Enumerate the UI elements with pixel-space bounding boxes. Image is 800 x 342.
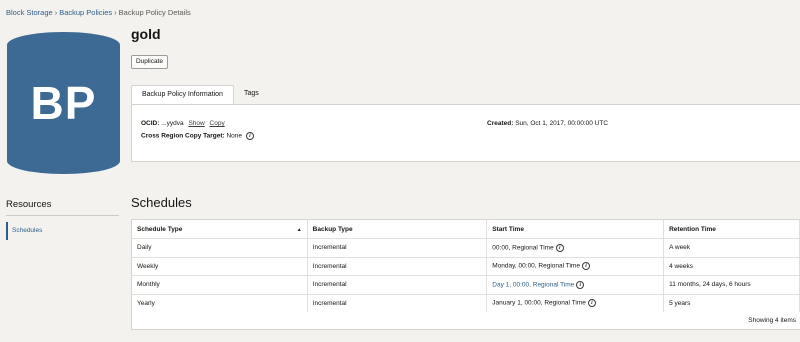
- created-label: Created:: [487, 120, 514, 127]
- duplicate-button[interactable]: Duplicate: [131, 55, 168, 69]
- resources-divider: [6, 215, 119, 216]
- cell-retention: A week: [663, 238, 800, 258]
- column-label: Schedule Type: [137, 225, 183, 233]
- cell-start-time: Monday, 00:00, Regional Time i: [486, 257, 665, 276]
- cell-retention: 4 weeks: [663, 257, 800, 276]
- created-row: Created: Sun, Oct 1, 2017, 00:00:00 UTC: [487, 120, 608, 127]
- backup-policy-avatar: BP: [7, 32, 120, 174]
- resources-title: Resources: [6, 199, 52, 210]
- cell-backup-type: Incremental: [307, 294, 488, 313]
- tab-bar: Backup Policy Information Tags: [131, 85, 269, 105]
- policy-info-panel: OCID: ...yydva Show Copy Created: Sun, O…: [131, 104, 800, 162]
- ocid-show-link[interactable]: Show: [188, 120, 204, 127]
- table-row: Weekly Incremental Monday, 00:00, Region…: [131, 257, 800, 276]
- ocid-row: OCID: ...yydva Show Copy: [141, 120, 225, 127]
- column-header-schedule-type[interactable]: Schedule Type ▲: [131, 219, 308, 239]
- breadcrumb-backup-policies[interactable]: Backup Policies: [59, 8, 112, 17]
- avatar-initials: BP: [30, 77, 97, 129]
- sort-ascending-icon[interactable]: ▲: [297, 227, 302, 233]
- breadcrumb-block-storage[interactable]: Block Storage: [6, 8, 53, 17]
- breadcrumb-current: Backup Policy Details: [118, 8, 191, 17]
- tab-tags[interactable]: Tags: [234, 85, 269, 105]
- start-time-value: 00:00, Regional Time: [492, 244, 554, 252]
- table-row: Daily Incremental 00:00, Regional Time i …: [131, 238, 800, 258]
- column-header-retention-time[interactable]: Retention Time: [663, 219, 800, 239]
- cell-schedule-type: Yearly: [131, 294, 308, 313]
- cross-region-row: Cross Region Copy Target: None i: [141, 132, 254, 140]
- page-title: gold: [131, 26, 161, 42]
- start-time-value: January 1, 00:00, Regional Time: [492, 299, 586, 307]
- start-time-value: Day 1, 00:00, Regional Time: [492, 281, 575, 289]
- info-circle-icon[interactable]: i: [555, 243, 564, 252]
- cell-backup-type: Incremental: [307, 257, 488, 276]
- breadcrumb-separator: ›: [114, 8, 117, 17]
- cell-start-time: January 1, 00:00, Regional Time i: [486, 294, 665, 313]
- resources-item-schedules[interactable]: Schedules: [6, 222, 119, 240]
- cell-start-time: Day 1, 00:00, Regional Time i: [486, 275, 665, 295]
- cross-region-label: Cross Region Copy Target:: [141, 132, 225, 140]
- ocid-copy-link[interactable]: Copy: [210, 120, 225, 127]
- ocid-value: ...yydva: [161, 120, 184, 127]
- breadcrumb: Block Storage › Backup Policies › Backup Pol…: [6, 8, 191, 17]
- cell-retention: 5 years: [663, 294, 800, 313]
- table-row: Monthly Incremental Day 1, 00:00, Region…: [131, 275, 800, 295]
- info-circle-icon[interactable]: i: [587, 299, 596, 308]
- cell-retention: 11 months, 24 days, 6 hours: [663, 275, 800, 295]
- breadcrumb-separator: ›: [54, 8, 58, 17]
- column-header-backup-type[interactable]: Backup Type: [307, 219, 488, 239]
- table-row: Yearly Incremental January 1, 00:00, Reg…: [131, 294, 800, 313]
- cell-schedule-type: Daily: [131, 238, 308, 258]
- tab-backup-policy-information[interactable]: Backup Policy Information: [131, 85, 234, 105]
- schedules-title: Schedules: [131, 195, 192, 210]
- cell-schedule-type: Weekly: [131, 257, 308, 276]
- info-circle-icon[interactable]: i: [576, 280, 585, 289]
- info-circle-icon[interactable]: i: [581, 262, 590, 271]
- cell-schedule-type: Monthly: [131, 275, 308, 295]
- cell-start-time: 00:00, Regional Time i: [486, 238, 665, 258]
- table-header-row: Schedule Type ▲ Backup Type Start Time R…: [131, 219, 800, 239]
- schedules-table: Schedule Type ▲ Backup Type Start Time R…: [131, 219, 800, 313]
- item-count: Showing 4 items: [748, 317, 796, 324]
- ocid-label: OCID:: [141, 120, 160, 127]
- table-footer: Showing 4 items: [131, 312, 800, 330]
- cross-region-value: None: [226, 132, 243, 140]
- info-circle-icon[interactable]: i: [245, 132, 254, 140]
- cell-backup-type: Incremental: [307, 275, 488, 295]
- created-value: Sun, Oct 1, 2017, 00:00:00 UTC: [515, 120, 609, 127]
- column-header-start-time[interactable]: Start Time: [486, 219, 665, 239]
- cell-backup-type: Incremental: [307, 238, 488, 258]
- start-time-value: Monday, 00:00, Regional Time: [492, 262, 580, 270]
